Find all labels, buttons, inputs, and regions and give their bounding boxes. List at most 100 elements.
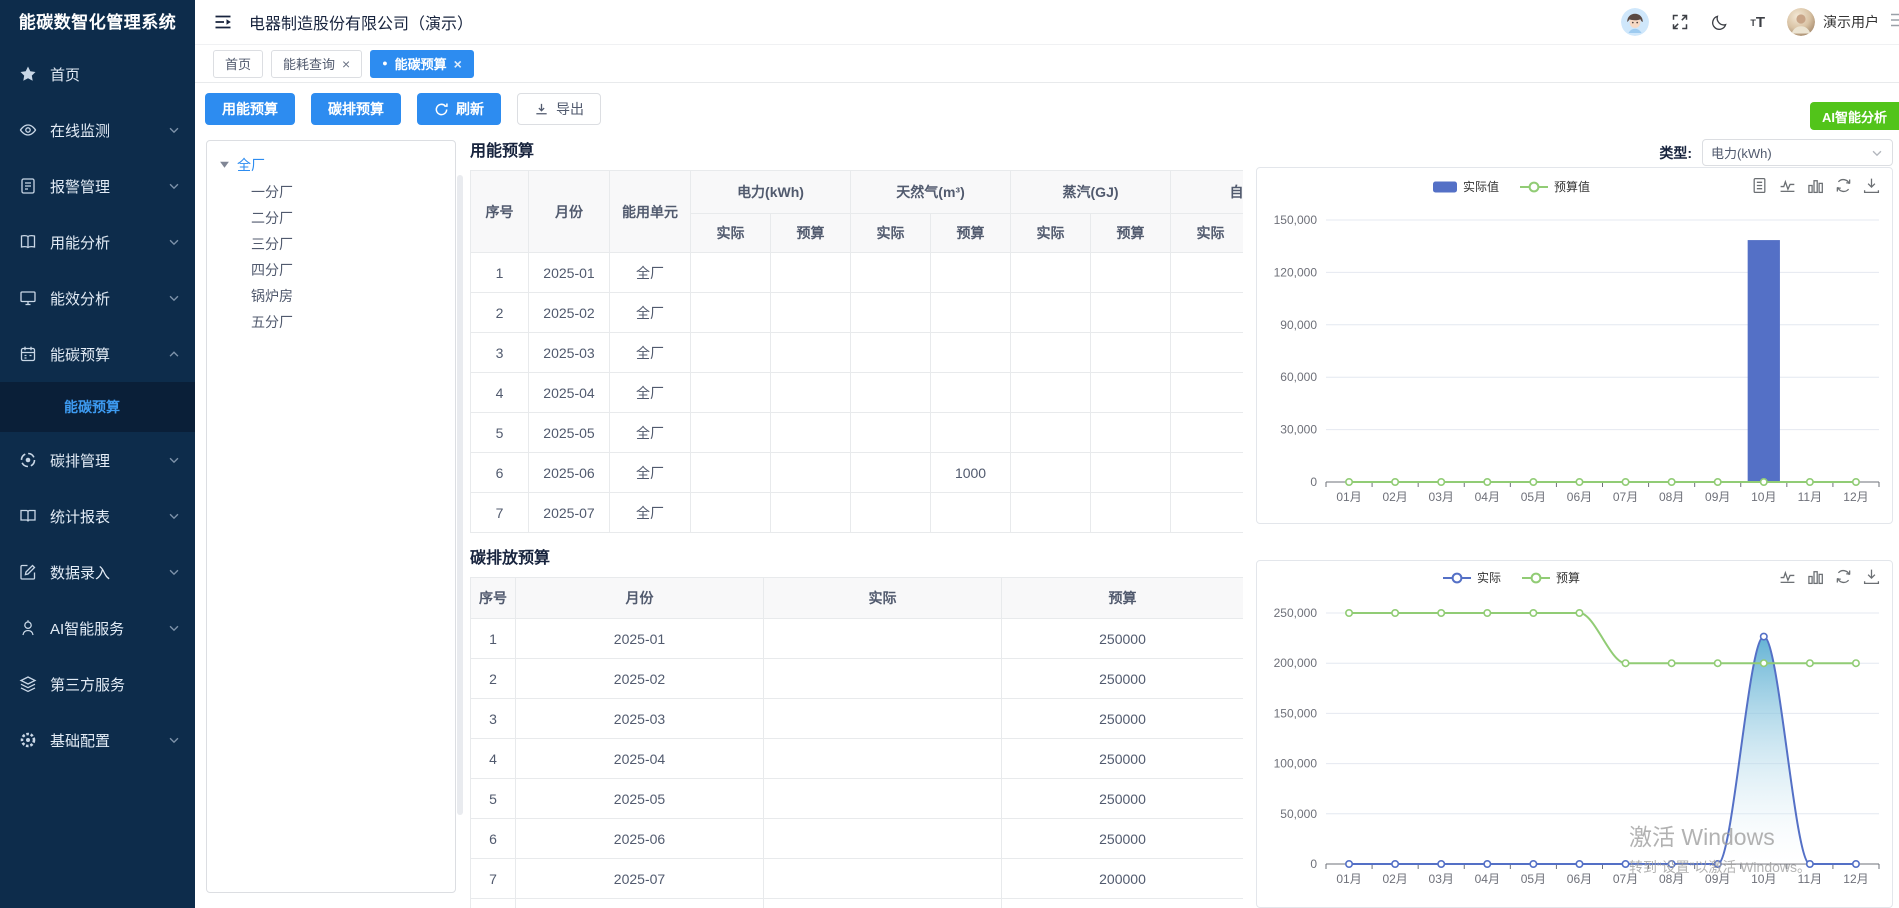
sidebar-subitem-能碳预算[interactable]: 能碳预算 <box>0 382 195 432</box>
book-icon <box>18 232 38 252</box>
tree-node-root[interactable]: 全厂 <box>219 153 455 177</box>
svg-text:150,000: 150,000 <box>1274 706 1318 720</box>
table-cell: 全厂 <box>610 373 691 413</box>
legend-item-预算[interactable]: 预算 <box>1521 569 1580 586</box>
energy-chart-legend: 实际值 预算值 <box>1257 178 1765 195</box>
download-icon <box>534 102 549 117</box>
download-big-icon[interactable] <box>1863 568 1880 585</box>
energy-chart[interactable]: 030,00060,00090,000120,000150,00001月02月0… <box>1257 168 1892 523</box>
more-menu-icon[interactable] <box>1889 10 1899 35</box>
table-row: 12025-01全厂 <box>471 253 1244 293</box>
table-cell <box>764 859 1002 899</box>
用能预算-button[interactable]: 用能预算 <box>205 93 295 125</box>
app-title: 能碳数智化管理系统 <box>0 0 195 46</box>
carbon-chart-panel: 实际 预算 050,000100,000150,000200,000250,000… <box>1256 560 1893 908</box>
sidebar-item-0[interactable]: 首页 <box>0 46 195 102</box>
sidebar-item-4[interactable]: 能效分析 <box>0 270 195 326</box>
tab-close-icon[interactable]: × <box>342 57 350 71</box>
sidebar-item-11[interactable]: 基础配置 <box>0 712 195 768</box>
table-cell <box>691 373 771 413</box>
svg-text:90,000: 90,000 <box>1280 318 1317 332</box>
table-row: 42025-04全厂 <box>471 373 1244 413</box>
tree-node-一分厂[interactable]: 一分厂 <box>251 179 455 205</box>
sidebar-item-3[interactable]: 用能分析 <box>0 214 195 270</box>
sidebar-item-5[interactable]: 能碳预算 <box>0 326 195 382</box>
table-cell: 5 <box>471 779 516 819</box>
svg-text:01月: 01月 <box>1336 872 1361 886</box>
svg-text:06月: 06月 <box>1567 872 1592 886</box>
user-avatar[interactable] <box>1787 8 1815 36</box>
tab-首页[interactable]: 首页 <box>213 50 263 78</box>
bar-chart-icon[interactable] <box>1807 568 1824 585</box>
data-view-icon[interactable] <box>1751 177 1768 194</box>
col-group-自来水: 自来水 <box>1171 171 1243 214</box>
sidebar-item-10[interactable]: 第三方服务 <box>0 656 195 712</box>
col-subheader-预算: 预算 <box>1091 214 1171 253</box>
bar-chart-icon[interactable] <box>1807 177 1824 194</box>
sidebar-item-2[interactable]: 报警管理 <box>0 158 195 214</box>
sidebar-item-8[interactable]: 数据录入 <box>0 544 195 600</box>
table-cell <box>771 493 851 533</box>
ai-analysis-button[interactable]: AI智能分析 <box>1810 102 1899 130</box>
svg-text:30,000: 30,000 <box>1280 423 1317 437</box>
导出-button[interactable]: 导出 <box>517 93 601 125</box>
table-cell <box>691 453 771 493</box>
button-label: 碳排预算 <box>328 99 384 119</box>
user-name[interactable]: 演示用户 <box>1823 12 1879 32</box>
col-header-实际: 实际 <box>764 578 1002 619</box>
tab-close-icon[interactable]: × <box>454 57 462 71</box>
tree-node-锅炉房[interactable]: 锅炉房 <box>251 283 455 309</box>
table-cell: 2025-02 <box>529 293 610 333</box>
table-cell: 7 <box>471 859 516 899</box>
chevron-down-icon <box>167 235 181 249</box>
table-cell <box>1091 453 1171 493</box>
company-title: 电器制造股份有限公司（演示） <box>249 10 473 34</box>
type-select[interactable]: 电力(kWh) <box>1702 139 1893 166</box>
gear-icon <box>18 730 38 750</box>
line-chart-icon[interactable] <box>1779 568 1796 585</box>
sidebar-item-label: 报警管理 <box>50 176 167 197</box>
assistant-avatar[interactable] <box>1621 8 1649 36</box>
sidebar-collapse-icon[interactable] <box>213 12 233 32</box>
unit-tree-panel: 全厂 一分厂二分厂三分厂四分厂锅炉房五分厂 <box>206 140 456 893</box>
fullscreen-icon[interactable] <box>1671 13 1689 31</box>
tree-node-三分厂[interactable]: 三分厂 <box>251 231 455 257</box>
table-cell: 全厂 <box>610 293 691 333</box>
table-row: 22025-02全厂 <box>471 293 1244 333</box>
dark-mode-icon[interactable] <box>1711 14 1728 31</box>
table-cell: 1 <box>471 619 516 659</box>
sidebar-item-6[interactable]: 碳排管理 <box>0 432 195 488</box>
robot-icon <box>18 618 38 638</box>
scrollbar[interactable] <box>457 175 463 815</box>
legend-item-预算值[interactable]: 预算值 <box>1519 178 1590 195</box>
legend-item-实际[interactable]: 实际 <box>1442 569 1501 586</box>
font-size-icon[interactable]: TT <box>1750 14 1765 31</box>
tree-node-五分厂[interactable]: 五分厂 <box>251 309 455 335</box>
table-row: 72025-07全厂 <box>471 493 1244 533</box>
tab-能耗查询[interactable]: 能耗查询× <box>271 50 362 78</box>
tree-node-四分厂[interactable]: 四分厂 <box>251 257 455 283</box>
legend-item-实际值[interactable]: 实际值 <box>1432 178 1499 195</box>
table-cell <box>1011 293 1091 333</box>
table-row: 62025-06全厂1000 <box>471 453 1244 493</box>
refresh-big-icon[interactable] <box>1835 568 1852 585</box>
refresh-icon <box>434 102 449 117</box>
table-cell: 全厂 <box>610 413 691 453</box>
table-cell <box>764 699 1002 739</box>
tree-node-二分厂[interactable]: 二分厂 <box>251 205 455 231</box>
刷新-button[interactable]: 刷新 <box>417 93 501 125</box>
table-cell <box>691 293 771 333</box>
legend-label: 实际值 <box>1463 178 1499 195</box>
eye-icon <box>18 120 38 140</box>
line-chart-icon[interactable] <box>1779 177 1796 194</box>
download-big-icon[interactable] <box>1863 177 1880 194</box>
carbon-chart[interactable]: 050,000100,000150,000200,000250,00001月02… <box>1257 561 1892 907</box>
tab-能碳预算[interactable]: ●能碳预算× <box>370 50 474 78</box>
sidebar-item-7[interactable]: 统计报表 <box>0 488 195 544</box>
table-cell: 200000 <box>1002 899 1244 908</box>
sidebar-item-1[interactable]: 在线监测 <box>0 102 195 158</box>
table-row: 12025-01250000 <box>471 619 1244 659</box>
refresh-big-icon[interactable] <box>1835 177 1852 194</box>
碳排预算-button[interactable]: 碳排预算 <box>311 93 401 125</box>
sidebar-item-9[interactable]: AI智能服务 <box>0 600 195 656</box>
